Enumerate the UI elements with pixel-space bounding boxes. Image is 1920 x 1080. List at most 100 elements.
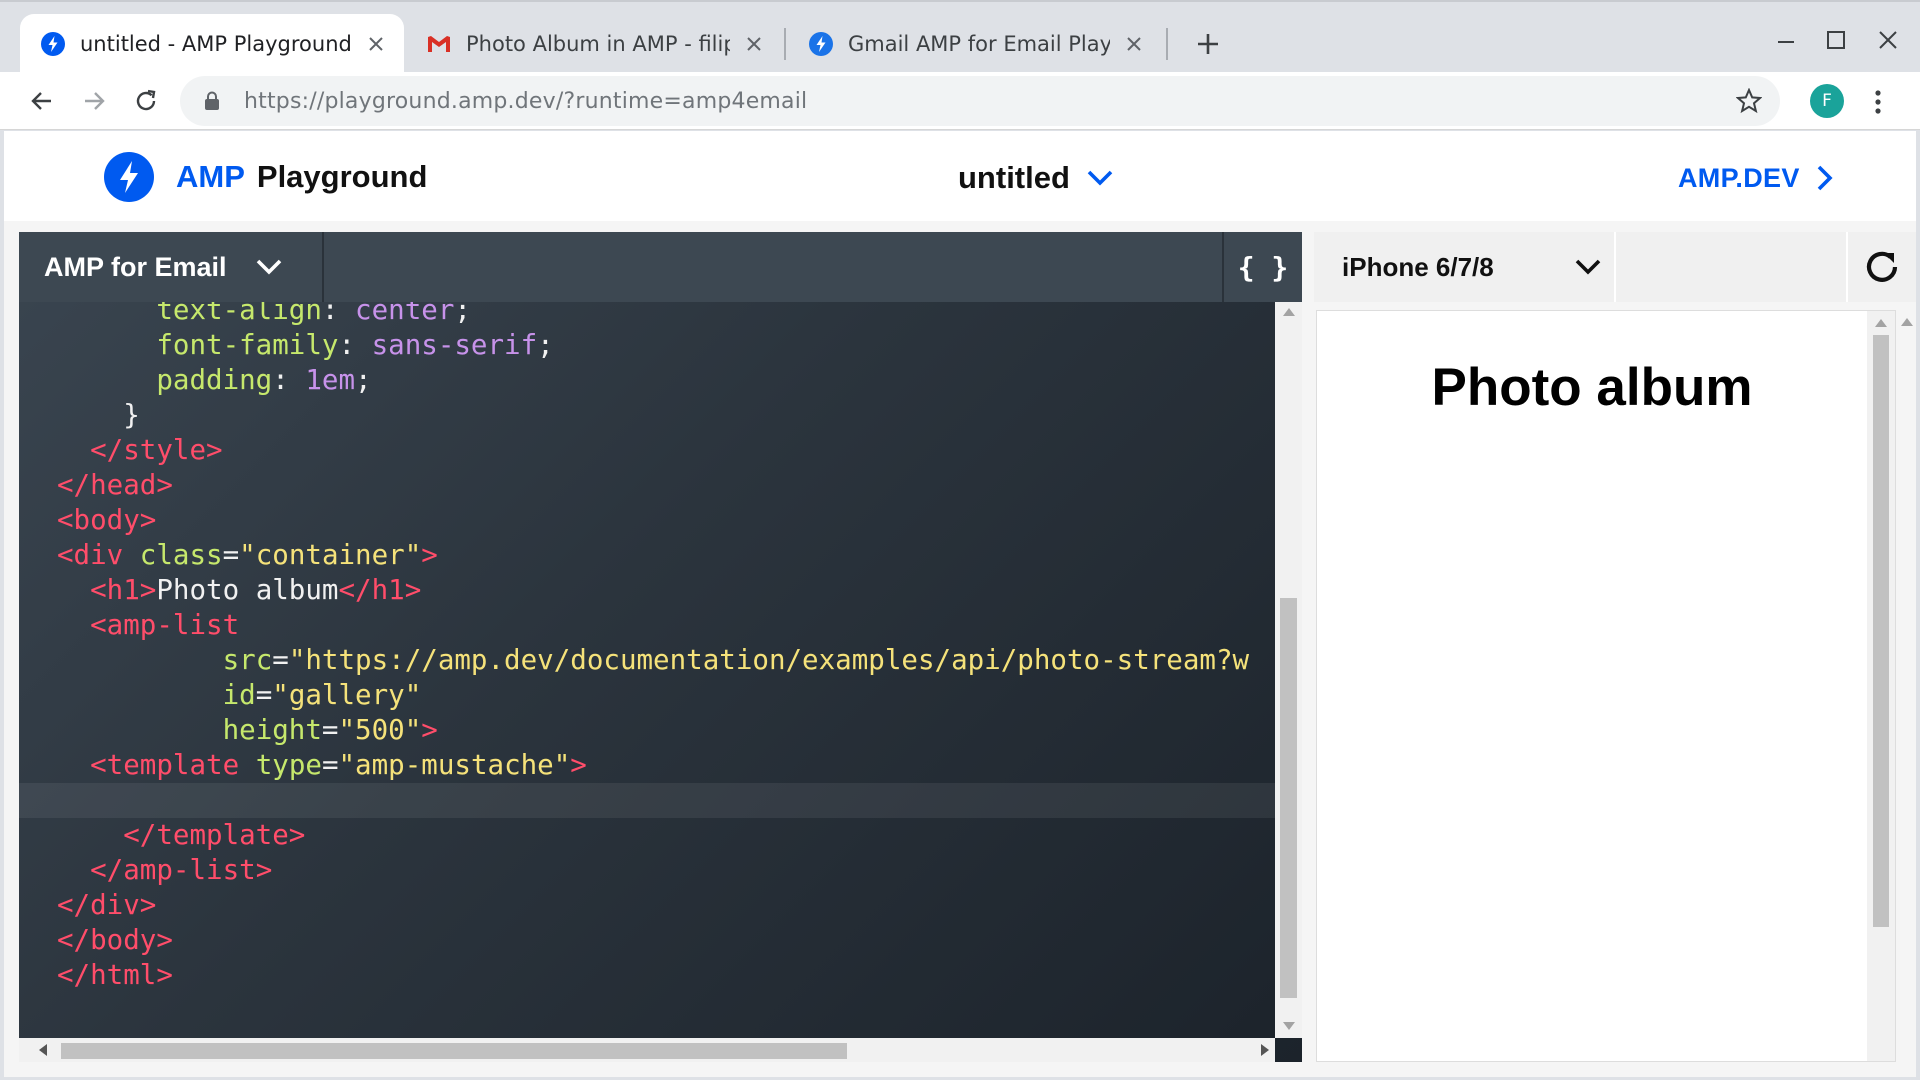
code-token: </head> — [57, 469, 173, 501]
code-line[interactable]: height="500"> — [19, 713, 1279, 748]
code-token: text-align — [156, 302, 322, 326]
code-line[interactable]: padding: 1em; — [19, 363, 1279, 398]
code-token: </div> — [57, 889, 157, 921]
arrow-right-icon — [85, 92, 105, 110]
code-line[interactable]: </amp-list> — [19, 853, 1279, 888]
code-token: <h1> — [90, 574, 157, 606]
code-token: 1em — [305, 364, 356, 396]
close-tab-icon[interactable] — [742, 32, 766, 56]
maximize-window-button[interactable] — [1814, 20, 1858, 60]
minimize-window-button[interactable] — [1764, 20, 1808, 60]
close-icon — [1879, 31, 1897, 49]
minimize-icon — [1778, 41, 1794, 43]
email-preview-frame: Photo album — [1316, 310, 1896, 1062]
browser-tab-gmail-amp-playground[interactable]: Gmail AMP for Email Playgrou — [788, 14, 1162, 74]
reload-preview-button[interactable] — [1846, 232, 1916, 302]
format-code-button[interactable]: { } — [1222, 232, 1302, 302]
document-title-dropdown[interactable]: untitled — [958, 153, 1114, 203]
code-line[interactable]: </style> — [19, 433, 1279, 468]
device-select[interactable]: iPhone 6/7/8 — [1314, 232, 1616, 302]
scroll-right-arrow-icon[interactable] — [1261, 1044, 1269, 1056]
preview-scrollbar[interactable] — [1867, 311, 1895, 1061]
editor-vertical-scroll-thumb[interactable] — [1280, 598, 1297, 998]
code-token: = — [222, 539, 240, 571]
code-line[interactable]: <template type="amp-mustache"> — [19, 748, 1279, 783]
browser-tab-amp-playground[interactable]: untitled - AMP Playground — [20, 14, 404, 74]
code-token: height — [222, 714, 322, 746]
code-line[interactable]: id="gallery" — [19, 678, 1279, 713]
bookmark-star-icon[interactable] — [1735, 87, 1763, 114]
chevron-down-icon — [1575, 259, 1601, 275]
chevron-down-icon — [256, 259, 281, 275]
code-line[interactable]: <amp-list — [19, 608, 1279, 643]
forward-button[interactable] — [74, 81, 114, 121]
format-select[interactable]: AMP for Email — [19, 232, 324, 302]
code-line[interactable]: </body> — [19, 923, 1279, 958]
scroll-up-arrow-icon[interactable] — [1875, 319, 1887, 327]
code-token: src — [222, 644, 273, 676]
code-token: <body> — [57, 504, 157, 536]
close-tab-icon[interactable] — [364, 32, 388, 56]
tab-title: Gmail AMP for Email Playgrou — [848, 32, 1110, 56]
scroll-up-arrow-icon[interactable] — [1901, 318, 1913, 326]
code-line[interactable]: </html> — [19, 958, 1279, 993]
scroll-up-arrow-icon[interactable] — [1283, 308, 1295, 316]
scroll-left-arrow-icon[interactable] — [39, 1044, 47, 1056]
lock-icon — [200, 89, 224, 113]
browser-tab-photo-album[interactable]: Photo Album in AMP - filip@g — [406, 14, 782, 74]
amp-dev-link[interactable]: AMP.DEV — [1678, 153, 1834, 203]
code-token: padding — [156, 364, 273, 396]
code-token: class — [139, 539, 223, 571]
code-line[interactable]: <body> — [19, 503, 1279, 538]
refresh-icon — [1866, 251, 1898, 282]
code-line[interactable]: src="https://amp.dev/documentation/examp… — [19, 643, 1279, 678]
scroll-down-arrow-icon[interactable] — [1283, 1022, 1295, 1030]
code-token: ; — [355, 364, 372, 396]
page-content: AMP Playground untitled AMP.DEV AMP for … — [4, 131, 1916, 1077]
logo-amp-text: AMP — [176, 159, 245, 194]
code-token: </h1> — [338, 574, 422, 606]
code-line[interactable]: </template> — [19, 818, 1279, 853]
plus-icon — [1198, 34, 1218, 54]
editor-horizontal-scrollbar[interactable] — [19, 1038, 1275, 1062]
browser-menu-button[interactable] — [1866, 82, 1890, 122]
code-line[interactable]: } — [19, 398, 1279, 433]
code-line[interactable]: <h1>Photo album</h1> — [19, 573, 1279, 608]
close-window-button[interactable] — [1866, 20, 1910, 60]
code-token: "container" — [239, 539, 422, 571]
code-line[interactable]: </head> — [19, 468, 1279, 503]
code-token: = — [272, 644, 289, 676]
preview-scroll-thumb[interactable] — [1873, 335, 1889, 927]
editor-vertical-scrollbar[interactable] — [1275, 302, 1302, 1038]
close-tab-icon[interactable] — [1122, 32, 1146, 56]
profile-avatar[interactable]: F — [1810, 84, 1844, 118]
reload-page-button[interactable] — [126, 81, 166, 121]
tab-separator — [1166, 28, 1168, 60]
amp-playground-logo[interactable]: AMP Playground — [104, 149, 427, 205]
editor-horizontal-scroll-thumb[interactable] — [61, 1043, 847, 1059]
address-bar[interactable]: https://playground.amp.dev/?runtime=amp4… — [180, 76, 1780, 126]
new-tab-button[interactable] — [1188, 24, 1228, 64]
code-line[interactable]: <div class="container"> — [19, 538, 1279, 573]
page-scrollbar[interactable] — [1898, 310, 1916, 1062]
code-token: : — [321, 302, 356, 326]
code-line[interactable] — [19, 783, 1279, 818]
code-token: > — [421, 714, 438, 746]
device-select-label: iPhone 6/7/8 — [1342, 251, 1494, 282]
back-button[interactable] — [22, 81, 62, 121]
code-line[interactable]: </div> — [19, 888, 1279, 923]
code-line[interactable]: text-align: center; — [19, 302, 1279, 328]
app-header: AMP Playground untitled AMP.DEV — [4, 131, 1916, 221]
code-token: </body> — [57, 924, 173, 956]
code-line[interactable]: font-family: sans-serif; — [19, 328, 1279, 363]
code-token: ; — [537, 329, 554, 361]
code-token: font-family — [156, 329, 339, 361]
code-area[interactable]: text-align: center; font-family: sans-se… — [19, 302, 1279, 1022]
